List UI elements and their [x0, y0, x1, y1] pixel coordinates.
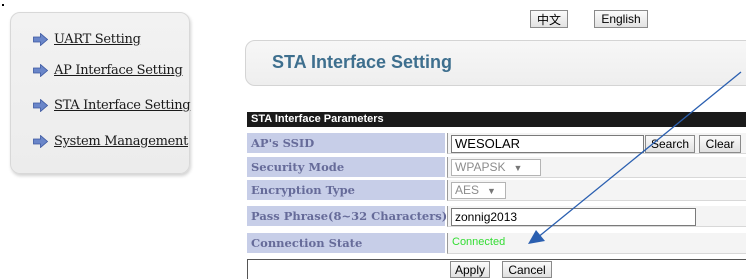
security-mode-select[interactable]: WPAPSK ▼	[451, 159, 541, 176]
sidebar-item-sta-interface-setting[interactable]: STA Interface Setting	[33, 98, 191, 113]
page-title: STA Interface Setting	[272, 52, 453, 72]
sidebar-item-ap-interface-setting[interactable]: AP Interface Setting	[33, 63, 183, 78]
sidebar-item-system-management[interactable]: System Management	[33, 134, 188, 149]
chevron-down-icon: ▼	[513, 163, 523, 173]
arrow-right-icon	[33, 99, 48, 112]
corner-dot	[2, 4, 4, 6]
connection-state-label: Connection State	[247, 233, 445, 254]
arrow-right-icon	[33, 135, 48, 148]
pass-phrase-label: Pass Phrase(8~32 Characters)	[247, 206, 447, 227]
page-title-panel: STA Interface Setting	[245, 40, 746, 86]
ssid-input[interactable]: WESOLAR	[451, 135, 644, 153]
sidebar-item-label: AP Interface Setting	[54, 63, 183, 78]
english-language-button[interactable]: English	[594, 10, 648, 28]
sidebar-item-uart-setting[interactable]: UART Setting	[33, 32, 141, 47]
encryption-type-value-cell: AES ▼	[447, 180, 746, 201]
arrow-right-icon	[33, 64, 48, 77]
chinese-language-button[interactable]: 中文	[530, 10, 568, 28]
apply-button[interactable]: Apply	[450, 261, 490, 278]
action-buttons-row: Apply Cancel	[247, 259, 746, 279]
clear-button[interactable]: Clear	[699, 135, 741, 153]
sidebar-item-label: UART Setting	[54, 32, 141, 47]
encryption-type-label: Encryption Type	[247, 180, 445, 201]
connection-state-value-cell: Connected	[447, 233, 746, 254]
encryption-type-selected-value: AES	[455, 183, 480, 197]
sidebar-item-label: System Management	[54, 134, 189, 149]
security-mode-label: Security Mode	[247, 157, 445, 178]
cancel-button[interactable]: Cancel	[502, 261, 552, 278]
params-table-header: STA Interface Parameters	[247, 112, 746, 127]
search-button[interactable]: Search	[645, 135, 695, 153]
arrow-right-icon	[33, 33, 48, 46]
pass-phrase-value-cell: zonnig2013	[447, 206, 746, 227]
chevron-down-icon: ▼	[487, 186, 496, 196]
security-mode-value-cell: WPAPSK ▼	[447, 157, 746, 178]
sidebar-item-label: STA Interface Setting	[54, 98, 191, 113]
table-row-ssid: AP's SSID WESOLAR Search Clear	[247, 133, 746, 155]
sidebar-nav: UART Setting AP Interface Setting STA In…	[10, 12, 191, 174]
table-row-security-mode: Security Mode WPAPSK ▼	[247, 157, 746, 179]
security-mode-selected-value: WPAPSK	[455, 160, 506, 174]
connection-status-text: Connected	[452, 236, 506, 248]
table-row-pass-phrase: Pass Phrase(8~32 Characters) zonnig2013	[247, 206, 746, 228]
ssid-value-cell: WESOLAR Search Clear	[447, 133, 746, 154]
pass-phrase-input[interactable]: zonnig2013	[451, 208, 696, 226]
table-row-encryption-type: Encryption Type AES ▼	[247, 180, 746, 202]
encryption-type-select[interactable]: AES ▼	[451, 182, 506, 199]
table-row-connection-state: Connection State Connected	[247, 233, 746, 255]
ssid-label: AP's SSID	[247, 133, 445, 154]
